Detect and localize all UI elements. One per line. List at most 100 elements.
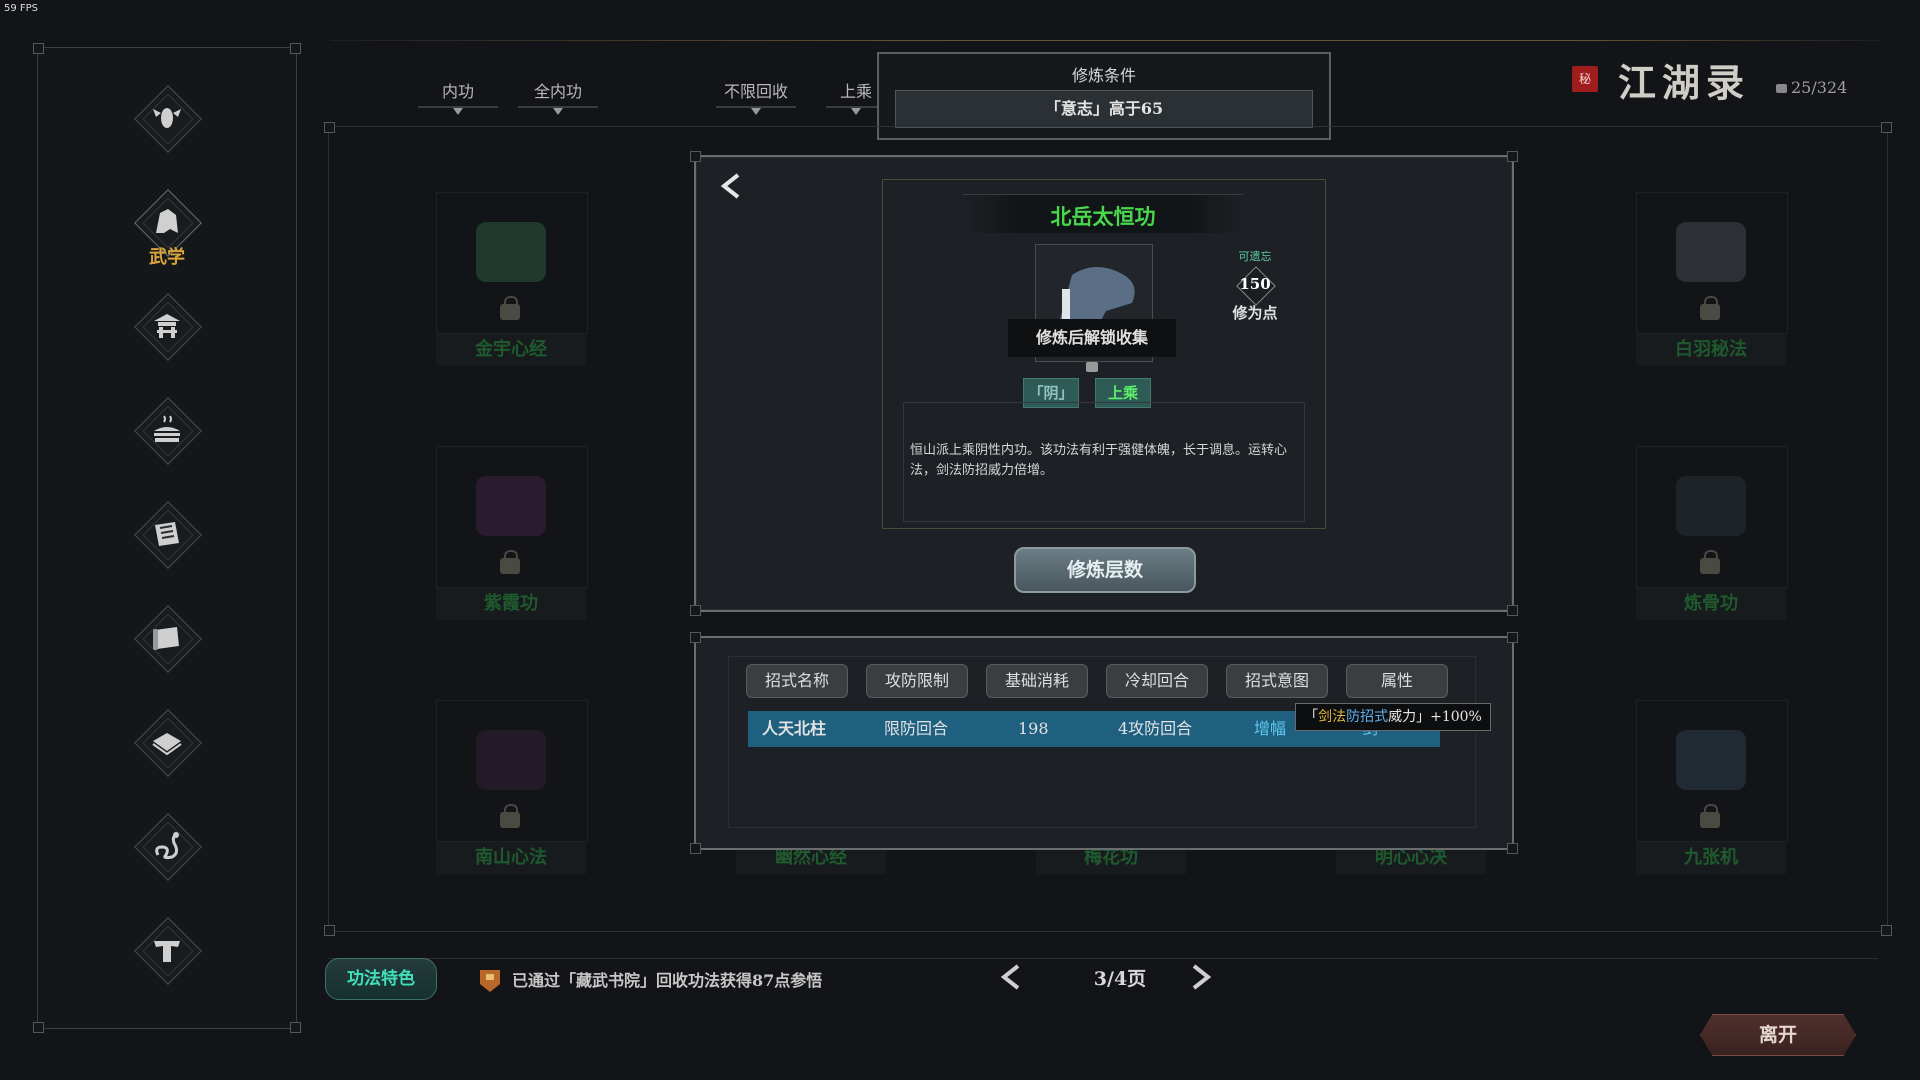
chevron-down-icon xyxy=(553,108,563,115)
filter-label: 全内功 xyxy=(533,82,582,101)
points-value: 150 xyxy=(1239,275,1271,293)
forgettable-label: 可遗忘 xyxy=(1238,250,1272,263)
garment-icon xyxy=(131,914,203,986)
train-levels-button[interactable]: 修炼层数 xyxy=(1014,547,1196,593)
manual-name: 九张机 xyxy=(1636,842,1786,874)
collection-count: 25/324 xyxy=(1776,78,1847,97)
filter-label: 上乘 xyxy=(839,82,872,101)
fps-counter: 59 FPS xyxy=(4,3,39,14)
snake-icon xyxy=(131,810,203,882)
header-move-name[interactable]: 招式名称 xyxy=(746,664,848,698)
frame-corner xyxy=(33,43,44,54)
manual-name: 白羽秘法 xyxy=(1636,334,1786,366)
filter-label: 内功 xyxy=(441,82,474,101)
nav-cooking-button[interactable] xyxy=(131,394,203,466)
header-intent[interactable]: 招式意图 xyxy=(1226,664,1328,698)
manual-info-frame: 北岳太恒功 修炼后解锁收集 「阴」 上乘 可遗忘 150 修为点 恒山派上乘阴性… xyxy=(882,179,1326,529)
unlock-hint: 修炼后解锁收集 xyxy=(1008,319,1176,357)
frame-corner xyxy=(33,1022,44,1033)
move-cost: 198 xyxy=(1018,719,1049,738)
pavilion-icon xyxy=(131,290,203,362)
book-icon xyxy=(131,706,203,778)
move-limit: 限防回合 xyxy=(884,719,949,738)
header-cost[interactable]: 基础消耗 xyxy=(986,664,1088,698)
header-limit[interactable]: 攻防限制 xyxy=(866,664,968,698)
nav-garment-button[interactable] xyxy=(131,914,203,986)
cicada-icon xyxy=(131,82,203,154)
lock-icon xyxy=(500,296,520,320)
chevron-down-icon xyxy=(851,108,861,115)
scroll-icon xyxy=(1676,222,1746,282)
lock-icon xyxy=(1700,296,1720,320)
manual-title: 北岳太恒功 xyxy=(1050,204,1156,229)
chevron-down-icon xyxy=(751,108,761,115)
collection-count-value: 25/324 xyxy=(1791,78,1848,97)
banner-icon xyxy=(478,966,502,996)
manual-card[interactable]: 九张机 xyxy=(1636,700,1788,880)
manual-name: 炼骨功 xyxy=(1636,588,1786,620)
nav-martial-arts-label: 武学 xyxy=(149,247,185,268)
lock-icon xyxy=(500,804,520,828)
manual-card[interactable]: 南山心法 xyxy=(436,700,588,880)
scroll-icon xyxy=(476,730,546,790)
manual-name: 金宇心经 xyxy=(436,334,586,366)
move-name: 人天北柱 xyxy=(762,719,827,738)
cultivation-points: 可遗忘 150 修为点 xyxy=(1227,248,1283,323)
next-page-icon[interactable] xyxy=(1188,962,1216,996)
filter-label: 不限回收 xyxy=(723,82,788,101)
manual-card[interactable]: 金宇心经 xyxy=(436,192,588,372)
manual-card[interactable]: 白羽秘法 xyxy=(1636,192,1788,372)
lock-icon xyxy=(1776,84,1787,93)
tooltip-sword: 剑法 xyxy=(1318,709,1347,725)
nav-manual-button[interactable] xyxy=(131,498,203,570)
move-cooldown: 4攻防回合 xyxy=(1118,719,1193,738)
frame-corner xyxy=(290,43,301,54)
filter-neigong[interactable]: 内功 xyxy=(418,78,498,115)
back-arrow-icon[interactable] xyxy=(716,171,744,205)
header-attribute[interactable]: 属性 xyxy=(1346,664,1448,698)
lock-icon xyxy=(1086,362,1098,372)
scroll-icon xyxy=(476,222,546,282)
manual-features-button[interactable]: 功法特色 xyxy=(325,958,437,1000)
cooking-icon xyxy=(131,394,203,466)
tooltip-value: 威力」+100% xyxy=(1388,709,1482,725)
description-box: 恒山派上乘阴性内功。该功法有利于强健体魄，长于调息。运转心法，剑法防招威力倍增。 xyxy=(903,402,1305,522)
condition-text: 「意志」高于65 xyxy=(895,90,1313,128)
nav-cicada-button[interactable] xyxy=(131,82,203,154)
filter-all-neigong[interactable]: 全内功 xyxy=(518,78,598,115)
effect-tooltip: 「剑法防招式威力」+100% xyxy=(1295,703,1491,731)
chevron-down-icon xyxy=(453,108,463,115)
lock-icon xyxy=(1700,804,1720,828)
frame-corner xyxy=(290,1022,301,1033)
scroll-icon xyxy=(131,602,203,674)
nav-snake-button[interactable] xyxy=(131,810,203,882)
red-seal-icon: 秘 xyxy=(1572,66,1598,92)
manual-card[interactable]: 紫霞功 xyxy=(436,446,588,626)
manual-card[interactable]: 炼骨功 xyxy=(1636,446,1788,626)
scroll-icon xyxy=(476,476,546,536)
bottom-divider xyxy=(328,958,1878,959)
lock-icon xyxy=(1700,550,1720,574)
moves-panel: 招式名称 攻防限制 基础消耗 冷却回合 招式意图 属性 人天北柱 限防回合 19… xyxy=(690,632,1518,854)
tooltip-defense: 防招式 xyxy=(1346,709,1389,725)
condition-title: 修炼条件 xyxy=(1071,66,1136,85)
scroll-icon xyxy=(1676,476,1746,536)
nav-pavilion-button[interactable] xyxy=(131,290,203,362)
tooltip-text: 「 xyxy=(1304,709,1319,725)
manual-name: 紫霞功 xyxy=(436,588,586,620)
collection-title: 江湖录 xyxy=(1618,60,1751,105)
manual-name: 南山心法 xyxy=(436,842,586,874)
move-intent: 增幅 xyxy=(1254,719,1287,738)
manual-icon xyxy=(131,498,203,570)
manual-detail-panel: 北岳太恒功 修炼后解锁收集 「阴」 上乘 可遗忘 150 修为点 恒山派上乘阴性… xyxy=(690,151,1518,616)
title-band: 北岳太恒功 xyxy=(963,194,1243,233)
manual-description: 恒山派上乘阴性内功。该功法有利于强健体魄，长于调息。运转心法，剑法防招威力倍增。 xyxy=(910,443,1288,478)
nav-book-button[interactable] xyxy=(131,706,203,778)
filter-recycle[interactable]: 不限回收 xyxy=(716,78,796,115)
scroll-icon xyxy=(1676,730,1746,790)
header-cooldown[interactable]: 冷却回合 xyxy=(1106,664,1208,698)
header-divider xyxy=(330,40,1880,41)
nav-scroll-button[interactable] xyxy=(131,602,203,674)
prev-page-icon[interactable] xyxy=(996,962,1024,996)
leave-button[interactable]: 离开 xyxy=(1700,1014,1856,1056)
